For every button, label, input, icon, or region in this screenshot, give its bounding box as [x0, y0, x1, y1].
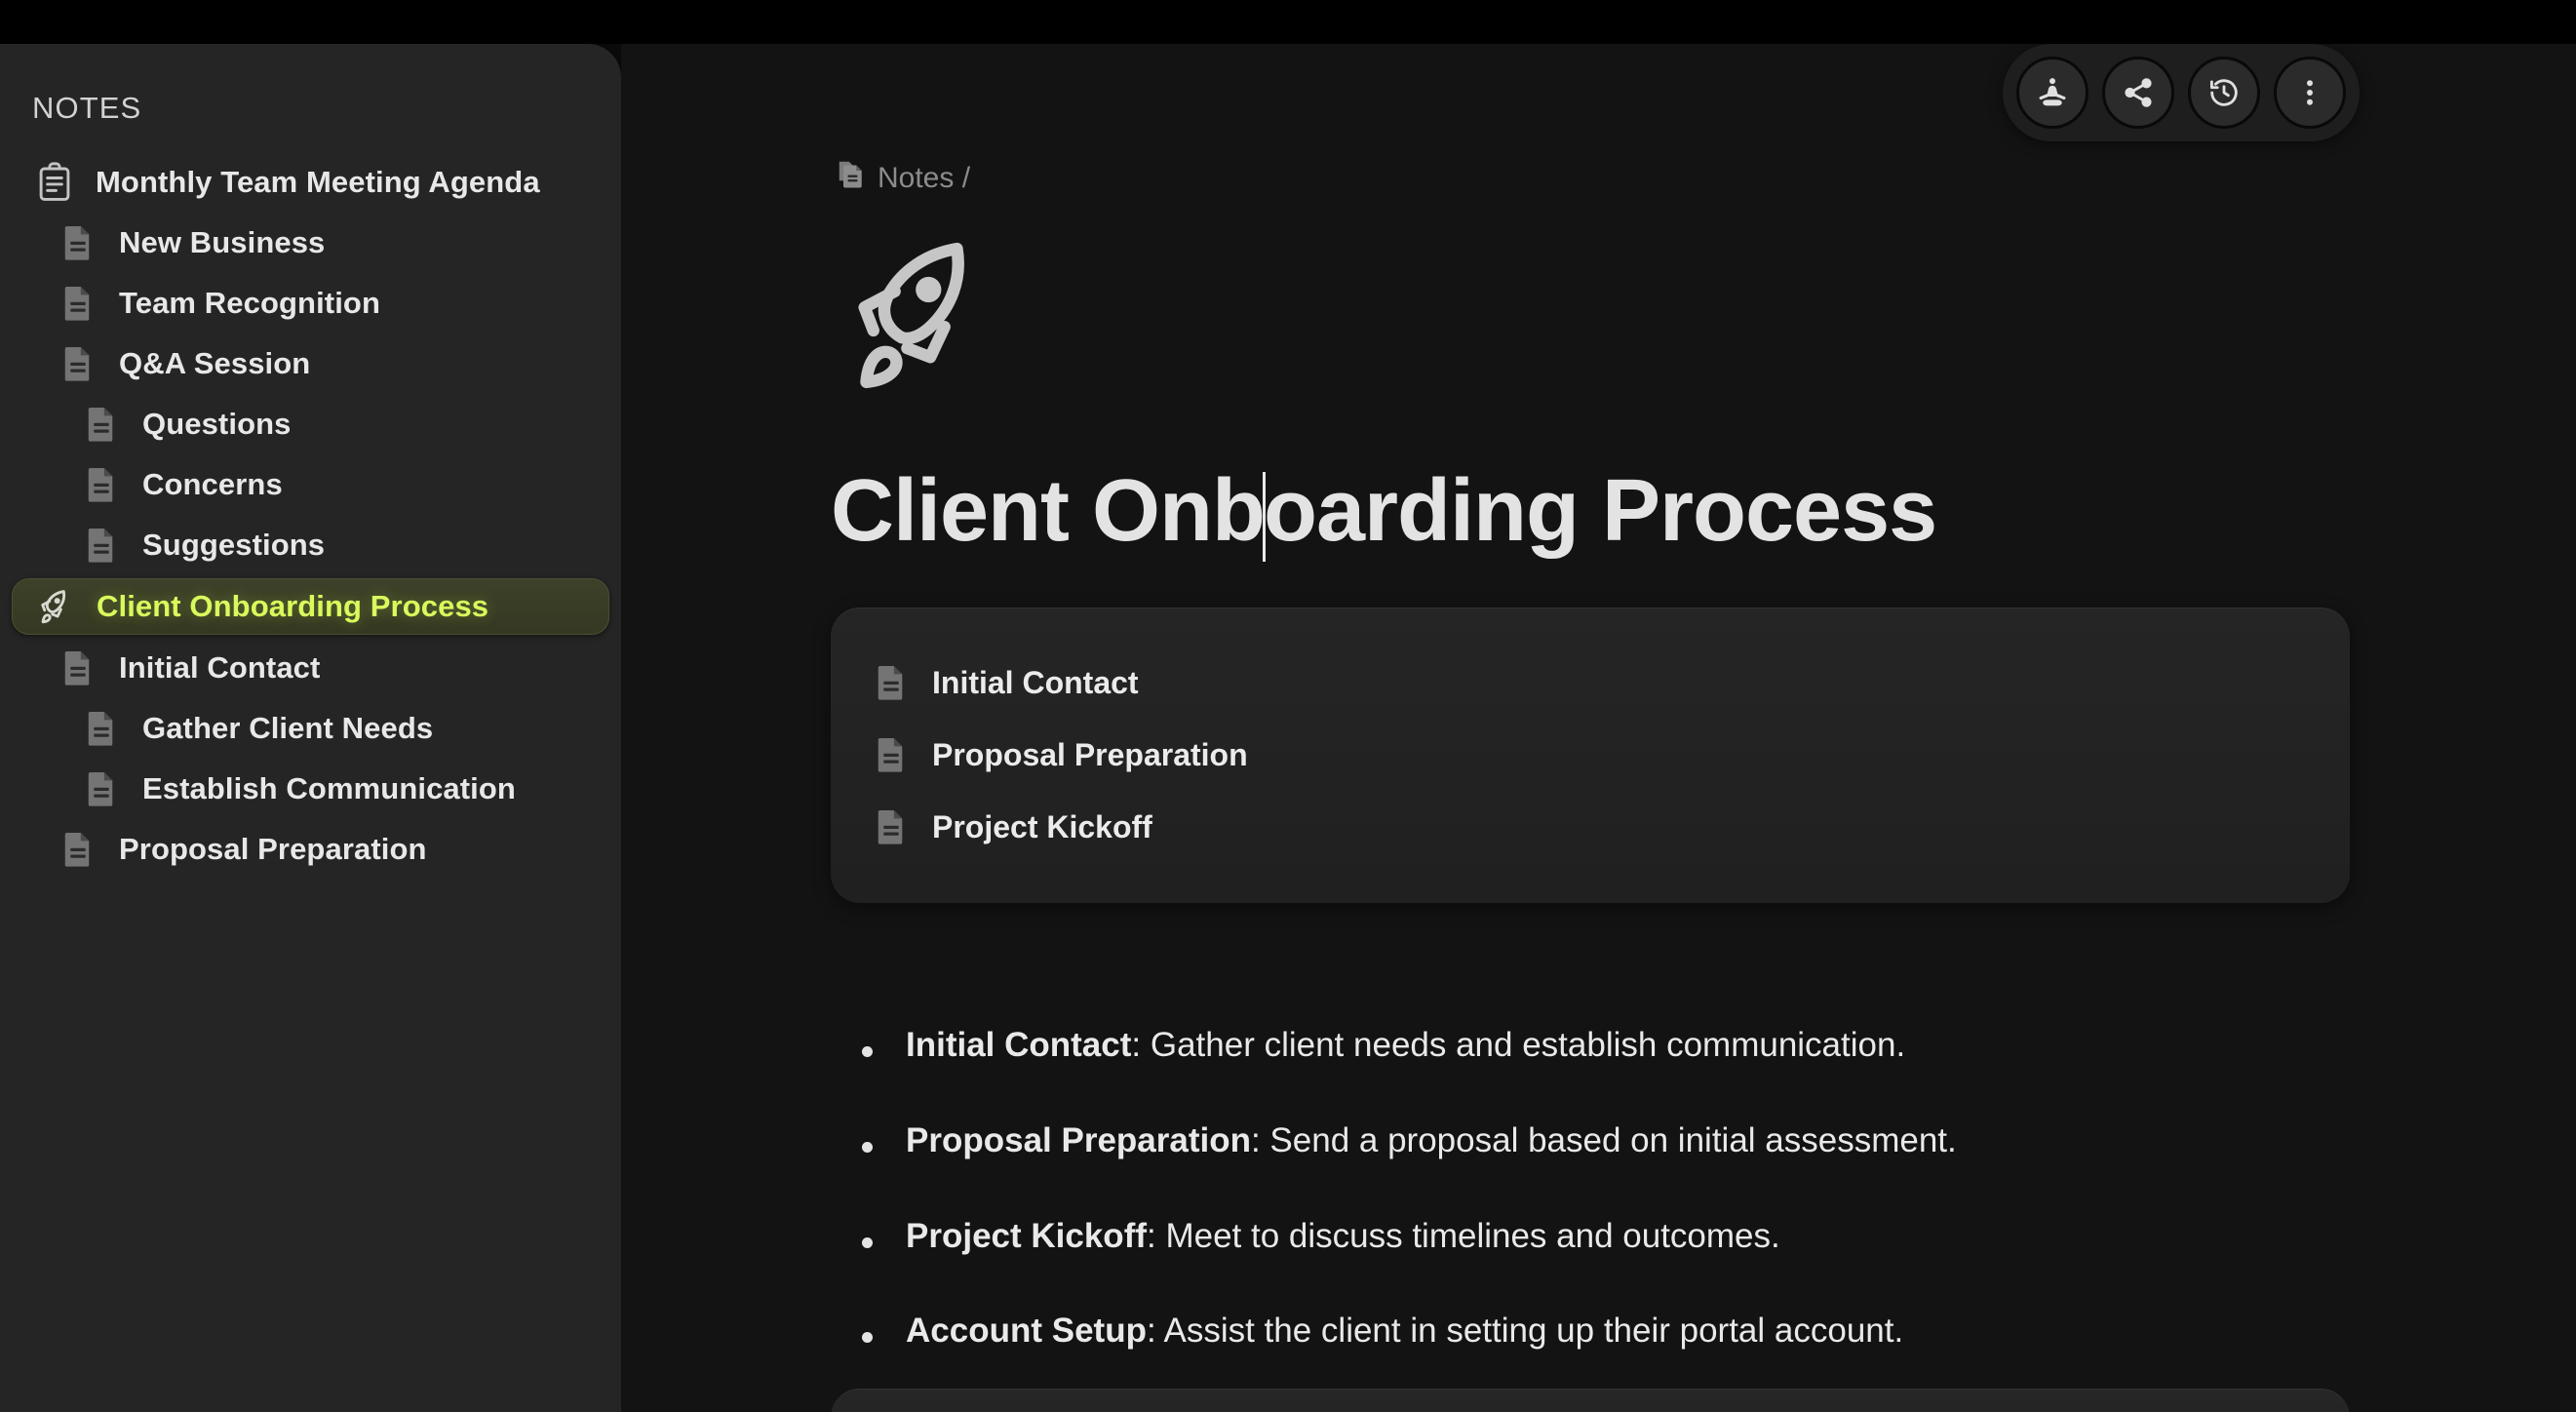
list-item-text: Initial Contact: Gather client needs and… — [906, 1024, 1905, 1067]
sidebar-item-label: Team Recognition — [119, 285, 380, 320]
list-item: Account Setup: Assist the client in sett… — [831, 1310, 2527, 1353]
sidebar-item-label: Establish Communication — [142, 770, 516, 805]
list-item-term: Account Setup — [906, 1312, 1147, 1351]
sidebar-item-proposal-preparation[interactable]: Proposal Preparation — [12, 822, 609, 877]
child-page-link-label: Proposal Preparation — [932, 736, 1248, 772]
share-icon — [2122, 76, 2155, 109]
list-item-text: Project Kickoff: Meet to discuss timelin… — [906, 1215, 1780, 1258]
list-item-description: : Gather client needs and establish comm… — [1131, 1026, 1906, 1064]
more-options-button[interactable] — [2274, 57, 2346, 129]
sidebar-item-gather-client-needs[interactable]: Gather Client Needs — [12, 701, 609, 756]
page-title[interactable]: Client Onboarding Process — [831, 461, 2391, 562]
sidebar-item-label: Suggestions — [142, 527, 326, 562]
sidebar-item-monthly-team-meeting-agenda[interactable]: Monthly Team Meeting Agenda — [12, 155, 609, 210]
document-icon — [82, 465, 121, 504]
child-page-link[interactable]: Project Kickoff — [831, 798, 2350, 856]
rocket-icon — [36, 587, 75, 626]
sidebar-item-client-onboarding-process[interactable]: Client Onboarding Process — [12, 578, 609, 635]
sidebar-item-team-recognition[interactable]: Team Recognition — [12, 276, 609, 331]
history-button[interactable] — [2188, 57, 2260, 129]
sidebar-item-label: New Business — [119, 224, 326, 259]
child-page-link-label: Project Kickoff — [932, 808, 1152, 844]
sidebar-item-label: Proposal Preparation — [119, 831, 427, 866]
document-icon — [59, 223, 98, 262]
document-toolbar — [2003, 44, 2360, 141]
document-rocket-icon[interactable] — [834, 229, 1038, 424]
sidebar-item-questions[interactable]: Questions — [12, 397, 609, 451]
sidebar-item-label: Gather Client Needs — [142, 710, 434, 745]
clipboard-icon — [35, 162, 74, 202]
list-item: Initial Contact: Gather client needs and… — [831, 1024, 2527, 1067]
child-page-link-label: Initial Contact — [932, 664, 1139, 700]
list-item-description: : Meet to discuss timelines and outcomes… — [1147, 1216, 1780, 1255]
list-item-description: : Assist the client in setting up their … — [1146, 1312, 1904, 1351]
document-icon — [872, 807, 911, 846]
bullet-dot — [862, 1236, 873, 1248]
next-section-card — [831, 1389, 2350, 1412]
list-item-text: Account Setup: Assist the client in sett… — [906, 1310, 1903, 1353]
sidebar-item-label: Questions — [142, 406, 292, 441]
focus-mode-button[interactable] — [2016, 57, 2088, 129]
document-icon — [59, 284, 98, 323]
document-icon — [82, 526, 121, 565]
child-page-link[interactable]: Proposal Preparation — [831, 726, 2350, 784]
list-item-term: Proposal Preparation — [906, 1120, 1251, 1159]
app-root: NOTES Monthly Team Meeting Agenda New Bu… — [0, 0, 2576, 1412]
document-icon — [872, 735, 911, 774]
child-pages-card: Initial Contact Proposal Preparation Pro… — [831, 608, 2350, 903]
bullet-dot — [862, 1046, 873, 1057]
page-title-after-caret: oarding Process — [1263, 462, 1937, 560]
document-main-area: Notes / Client Onboarding Process Initia… — [621, 44, 2576, 1412]
breadcrumb-label: Notes / — [878, 161, 971, 194]
sidebar-item-label: Concerns — [142, 466, 283, 501]
notes-sidebar: NOTES Monthly Team Meeting Agenda New Bu… — [0, 44, 621, 1412]
sidebar-item-label: Client Onboarding Process — [97, 588, 489, 623]
list-item-text: Proposal Preparation: Send a proposal ba… — [906, 1119, 1957, 1162]
document-icon — [59, 648, 98, 687]
breadcrumb[interactable]: Notes / — [836, 159, 970, 197]
sidebar-item-new-business[interactable]: New Business — [12, 216, 609, 270]
document-icon — [82, 405, 121, 444]
sidebar-item-establish-communication[interactable]: Establish Communication — [12, 762, 609, 816]
sidebar-header-label: NOTES — [32, 91, 142, 125]
copy-documents-icon — [836, 159, 865, 197]
process-bullet-list: Initial Contact: Gather client needs and… — [831, 1024, 2527, 1405]
list-item-description: : Send a proposal based on initial asses… — [1250, 1120, 1957, 1159]
top-strip — [0, 0, 2576, 44]
sidebar-nav-list: Monthly Team Meeting Agenda New Business… — [0, 155, 621, 877]
document-icon — [872, 663, 911, 702]
sidebar-item-suggestions[interactable]: Suggestions — [12, 518, 609, 572]
document-icon — [82, 769, 121, 808]
sidebar-item-initial-contact[interactable]: Initial Contact — [12, 641, 609, 695]
sidebar-item-q-a-session[interactable]: Q&A Session — [12, 336, 609, 391]
document-icon — [82, 709, 121, 748]
child-page-link[interactable]: Initial Contact — [831, 653, 2350, 712]
page-title-before-caret: Client Onb — [831, 462, 1266, 560]
list-item: Proposal Preparation: Send a proposal ba… — [831, 1119, 2527, 1162]
document-icon — [59, 830, 98, 869]
bullet-dot — [862, 1141, 873, 1153]
history-icon — [2207, 76, 2241, 109]
list-item-term: Project Kickoff — [906, 1216, 1147, 1255]
sidebar-item-concerns[interactable]: Concerns — [12, 457, 609, 512]
list-item: Project Kickoff: Meet to discuss timelin… — [831, 1215, 2527, 1258]
share-button[interactable] — [2102, 57, 2174, 129]
sidebar-item-label: Initial Contact — [119, 649, 321, 685]
document-icon — [59, 344, 98, 383]
sidebar-item-label: Monthly Team Meeting Agenda — [96, 164, 540, 199]
sidebar-item-label: Q&A Session — [119, 345, 311, 380]
bullet-dot — [862, 1332, 873, 1344]
meditation-icon — [2036, 76, 2069, 109]
kebab-menu-icon — [2293, 76, 2326, 109]
list-item-term: Initial Contact — [906, 1026, 1132, 1064]
